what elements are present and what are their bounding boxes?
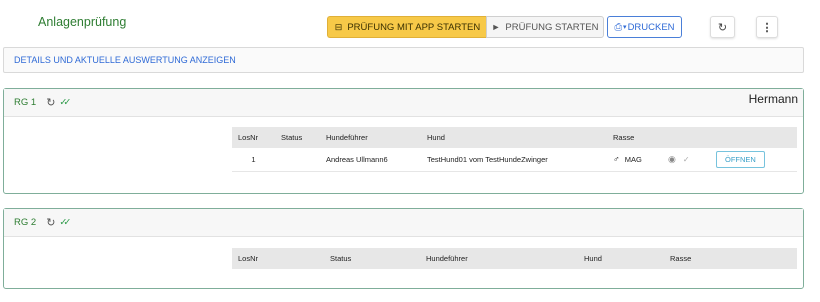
participants-table: LosNr Status Hundeführer Hund Rasse 1 An… [232,127,797,172]
cell-losnr: 1 [232,148,275,172]
more-vertical-icon: ⋮ [761,21,773,34]
table-row: 1 Andreas Ullmann6 TestHund01 vom TestHu… [232,148,797,172]
judge-name: Hermann [748,92,798,106]
details-link[interactable]: DETAILS UND AKTUELLE AUSWERTUNG ANZEIGEN [3,47,804,73]
cell-dog: TestHund01 vom TestHundeZwinger [421,148,607,172]
column-header-empty [662,127,710,148]
cell-status [275,148,320,172]
start-exam-button[interactable]: ► PRÜFUNG STARTEN [486,16,604,38]
table-header-row: LosNr Status Hundeführer Hund Rasse [232,248,797,269]
reset-icon[interactable]: ↻ [46,216,55,229]
column-header: Rasse [613,133,635,142]
cell-breed: ♂ MAG [607,148,662,172]
group-title: RG 1 [14,97,37,108]
group-title: RG 2 [14,217,37,228]
start-with-app-button[interactable]: ⊟ PRÜFUNG MIT APP STARTEN [327,16,487,38]
eye-icon[interactable]: ◉ [668,154,676,164]
group-header: RG 1 ↻ ✓✓ Hermann [4,89,803,117]
print-button[interactable]: ⎙ ▾ DRUCKEN [607,16,682,38]
group-header: RG 2 ↻ ✓✓ [4,209,803,237]
group-rg1: RG 1 ↻ ✓✓ Hermann LosNr Status Hundeführ… [3,88,804,194]
details-link-label: DETAILS UND AKTUELLE AUSWERTUNG ANZEIGEN [14,55,236,65]
cell-action: ÖFFNEN [709,148,797,172]
column-header: Hundeführer [426,254,468,263]
breed-label: MAG [624,155,642,165]
column-header: Rasse [670,254,692,263]
double-check-icon: ✓✓ [59,97,71,108]
more-menu-button[interactable]: ⋮ [756,16,778,38]
column-header: Status [330,254,352,263]
double-check-icon: ✓✓ [59,217,71,228]
group-rg2: RG 2 ↻ ✓✓ LosNr Status Hundeführer Hund … [3,208,804,289]
start-with-app-label: PRÜFUNG MIT APP STARTEN [347,21,481,33]
play-icon: ► [491,22,501,32]
table-header-row: LosNr Status Hundeführer Hund Rasse [232,127,797,148]
print-label: DRUCKEN [627,21,675,33]
column-header: Hund [427,133,445,142]
start-exam-label: PRÜFUNG STARTEN [505,21,599,33]
male-icon: ♂ [613,154,620,165]
reset-icon[interactable]: ↻ [46,96,55,109]
column-header: LosNr [238,254,259,263]
column-header: Hund [584,254,602,263]
check-icon: ✓ [682,154,690,164]
column-header: LosNr [238,133,259,142]
refresh-button[interactable]: ↻ [710,16,735,38]
chevron-down-icon: ▾ [623,24,627,31]
cell-handler: Andreas Ullmann6 [320,148,421,172]
column-header: Status [281,133,303,142]
cell-status-icons: ◉ ✓ [662,148,710,172]
column-header-empty [710,127,797,148]
refresh-icon: ↻ [717,21,728,34]
open-button[interactable]: ÖFFNEN [715,150,765,168]
page-title: Anlagenprüfung [38,15,127,29]
column-header: Hundeführer [326,133,368,142]
printer-icon: ⎙ [614,21,623,33]
participants-table: LosNr Status Hundeführer Hund Rasse [232,248,797,269]
app-icon: ⊟ [334,21,343,32]
